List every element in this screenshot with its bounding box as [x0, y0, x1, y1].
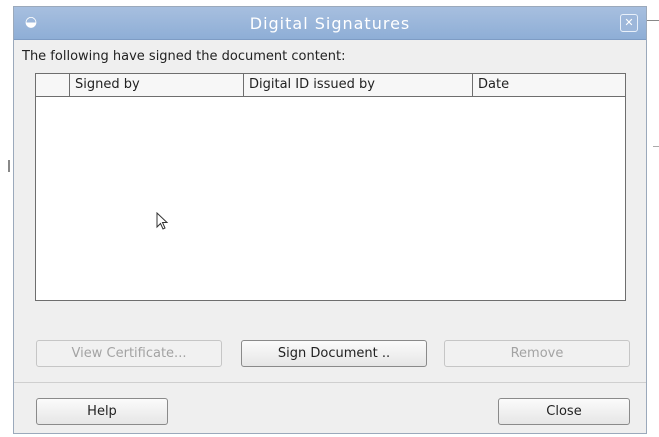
divider: [14, 382, 646, 383]
close-icon[interactable]: ✕: [620, 14, 638, 32]
signatures-table[interactable]: Signed by Digital ID issued by Date: [35, 73, 626, 301]
background-tick: [653, 146, 659, 147]
close-button[interactable]: Close: [498, 398, 630, 425]
dialog-title: Digital Signatures: [249, 14, 411, 33]
column-header-date[interactable]: Date: [473, 74, 625, 96]
view-certificate-button[interactable]: View Certificate...: [36, 340, 222, 367]
digital-signatures-dialog: ◒ Digital Signatures ✕ The following hav…: [13, 6, 647, 434]
column-header-icon[interactable]: [36, 74, 70, 96]
remove-button[interactable]: Remove: [444, 340, 630, 367]
column-header-signed-by[interactable]: Signed by: [70, 74, 244, 96]
help-button[interactable]: Help: [36, 398, 168, 425]
column-header-issued-by[interactable]: Digital ID issued by: [244, 74, 473, 96]
background-tick: [8, 160, 10, 172]
title-bar[interactable]: ◒ Digital Signatures ✕: [14, 7, 646, 40]
sign-document-button[interactable]: Sign Document ..: [241, 340, 427, 367]
background-line: [647, 20, 659, 21]
intro-label: The following have signed the document c…: [22, 49, 346, 64]
mouse-pointer-icon: [156, 212, 169, 230]
table-header: Signed by Digital ID issued by Date: [36, 74, 625, 97]
